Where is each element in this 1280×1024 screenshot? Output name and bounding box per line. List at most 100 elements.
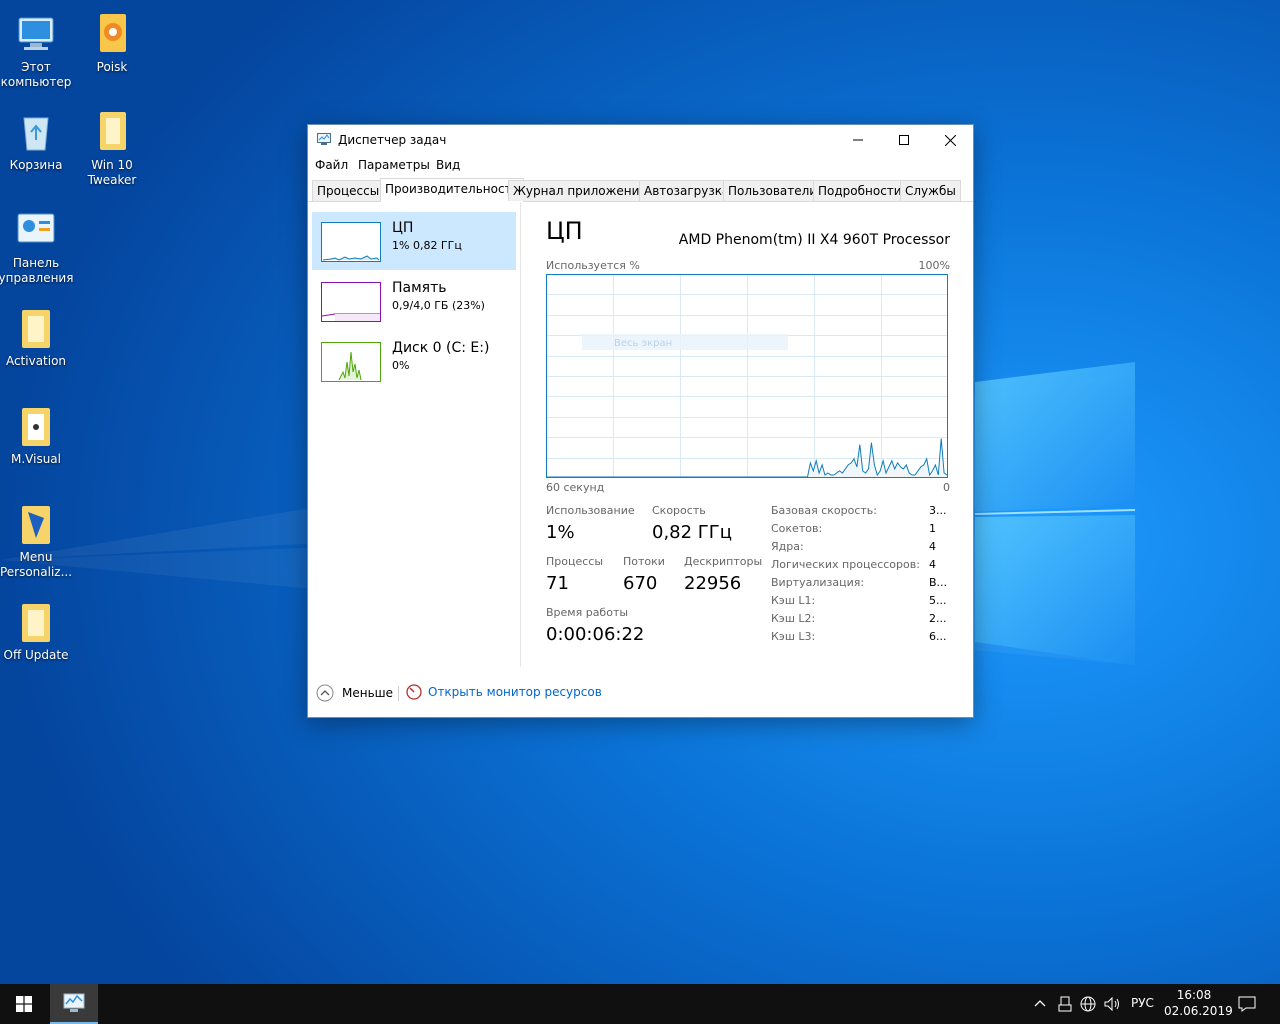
property-name: Логических процессоров: [771,558,920,571]
desktop-icon-activation[interactable]: Activation [0,304,74,369]
menu-options[interactable]: Параметры [358,158,430,172]
disk-thumbnail-graph [321,342,381,382]
memory-summary: 0,9/4,0 ГБ (23%) [392,299,485,312]
tab-performance[interactable]: Производительность [380,178,524,202]
task-manager-window: Диспетчер задач Файл Параметры Вид Проце… [307,124,974,718]
handles-value: 22956 [684,573,742,594]
desktop-icon-mvisual[interactable]: M.Visual [0,402,74,467]
tab-services[interactable]: Службы [900,180,961,201]
usage-label: Использование [546,504,635,517]
property-name: Кэш L3: [771,630,816,643]
start-button[interactable] [0,984,48,1024]
cpu-title: ЦП [546,217,583,245]
language-indicator[interactable]: РУС [1131,996,1154,1010]
cpu-usage-graph: Весь экран [546,274,948,478]
sidebar-item-disk[interactable]: Диск 0 (C: E:) 0% [312,332,516,390]
title-bar[interactable]: Диспетчер задач [308,125,973,155]
threads-label: Потоки [623,555,665,568]
desktop-icon-menu-personalization[interactable]: Menu Personaliz... [0,500,74,580]
disk-label: Диск 0 (C: E:) [392,340,490,356]
taskbar: РУС 16:08 02.06.2019 [0,984,1280,1024]
control-panel-icon [17,213,55,243]
cpu-label: ЦП [392,220,414,236]
notifications-icon[interactable] [1238,995,1256,1013]
window-title: Диспетчер задач [338,133,447,147]
minimize-icon [853,139,863,141]
disk-summary: 0% [392,359,410,372]
desktop-icon-label: Этот компьютер [0,60,72,89]
desktop-icon-label: Корзина [9,158,63,172]
memory-label: Память [392,280,447,296]
property-value: 4 [929,540,936,553]
desktop-icon-label: Menu Personaliz... [0,550,73,579]
clock-time: 16:08 [1176,988,1212,1002]
tab-strip: Процессы Производительность Журнал прило… [308,178,973,202]
desktop-icon-label: Off Update [3,648,69,662]
network-globe-icon[interactable] [1080,996,1096,1012]
folder-app-icon [100,112,126,150]
folder-icon [22,604,50,642]
maximize-icon [899,135,909,145]
fewer-details-label: Меньше [342,686,394,700]
chevron-up-icon [316,684,334,702]
volume-icon[interactable] [1104,996,1122,1012]
tab-processes[interactable]: Процессы [312,180,385,201]
speed-value: 0,82 ГГц [652,522,733,543]
uptime-label: Время работы [546,606,629,619]
desktop-icon-label: Win 10 Tweaker [87,158,137,187]
menu-file[interactable]: Файл [315,158,348,172]
property-name: Сокетов: [771,522,823,535]
sidebar-item-cpu[interactable]: ЦП 1% 0,82 ГГц [312,212,516,270]
close-button[interactable] [927,125,973,155]
minimize-button[interactable] [835,125,881,155]
processor-name: AMD Phenom(tm) II X4 960T Processor [678,232,950,248]
chevron-up-icon[interactable] [1033,997,1047,1011]
menu-view[interactable]: Вид [436,158,460,172]
menu-bar: Файл Параметры Вид [308,155,973,177]
speed-label: Скорость [652,504,706,517]
tab-startup[interactable]: Автозагрузка [639,180,735,201]
graph-y-label: Используется % [546,259,640,272]
close-icon [944,134,956,146]
folder-icon [22,310,50,348]
desktop-icon-label: Панель управления [0,256,74,285]
resource-monitor-icon [406,684,422,700]
folder-icon [22,408,50,446]
clock-date: 02.06.2019 [1164,1004,1233,1018]
desktop-icon-label: Activation [5,354,67,368]
clock[interactable]: 16:08 02.06.2019 [1164,988,1233,1018]
tab-users[interactable]: Пользователи [723,180,823,201]
taskbar-task-manager[interactable] [50,984,98,1024]
divider [398,686,399,701]
desktop-icon-win10-tweaker[interactable]: Win 10 Tweaker [74,108,150,188]
graph-min-label: 0 [943,481,950,494]
desktop-icon-poisk[interactable]: Poisk [74,10,150,75]
tab-app-history[interactable]: Журнал приложений [508,180,653,201]
resource-monitor-label: Открыть монитор ресурсов [428,685,602,699]
desktop-icon-control-panel[interactable]: Панель управления [0,206,74,286]
desktop-icon-recycle-bin[interactable]: Корзина [0,108,74,173]
cpu-summary: 1% 0,82 ГГц [392,239,462,252]
desktop-icon-off-update[interactable]: Off Update [0,598,74,663]
performance-sidebar: ЦП 1% 0,82 ГГц Память 0,9/4,0 ГБ (23%) Д… [308,202,521,667]
fewer-details-button[interactable]: Меньше [316,684,393,702]
footer-bar: Меньше Открыть монитор ресурсов [308,667,973,717]
desktop-icon-this-pc[interactable]: Этот компьютер [0,10,74,90]
open-resource-monitor-link[interactable]: Открыть монитор ресурсов [406,684,602,700]
maximize-button[interactable] [881,125,927,155]
cpu-thumbnail-graph [321,222,381,262]
tab-details[interactable]: Подробности [813,180,907,201]
processes-label: Процессы [546,555,604,568]
graph-x-label: 60 секунд [546,481,605,494]
property-name: Ядра: [771,540,804,553]
windows-logo-icon [16,996,32,1012]
property-value: 1 [929,522,936,535]
property-name: Кэш L2: [771,612,816,625]
property-name: Базовая скорость: [771,504,877,517]
property-value: 2... [929,612,947,625]
usb-device-icon[interactable] [1058,996,1072,1012]
folder-app-icon [100,14,126,52]
sidebar-item-memory[interactable]: Память 0,9/4,0 ГБ (23%) [312,272,516,330]
fullscreen-overlay-text: Весь экран [614,338,672,349]
property-value: 5... [929,594,947,607]
